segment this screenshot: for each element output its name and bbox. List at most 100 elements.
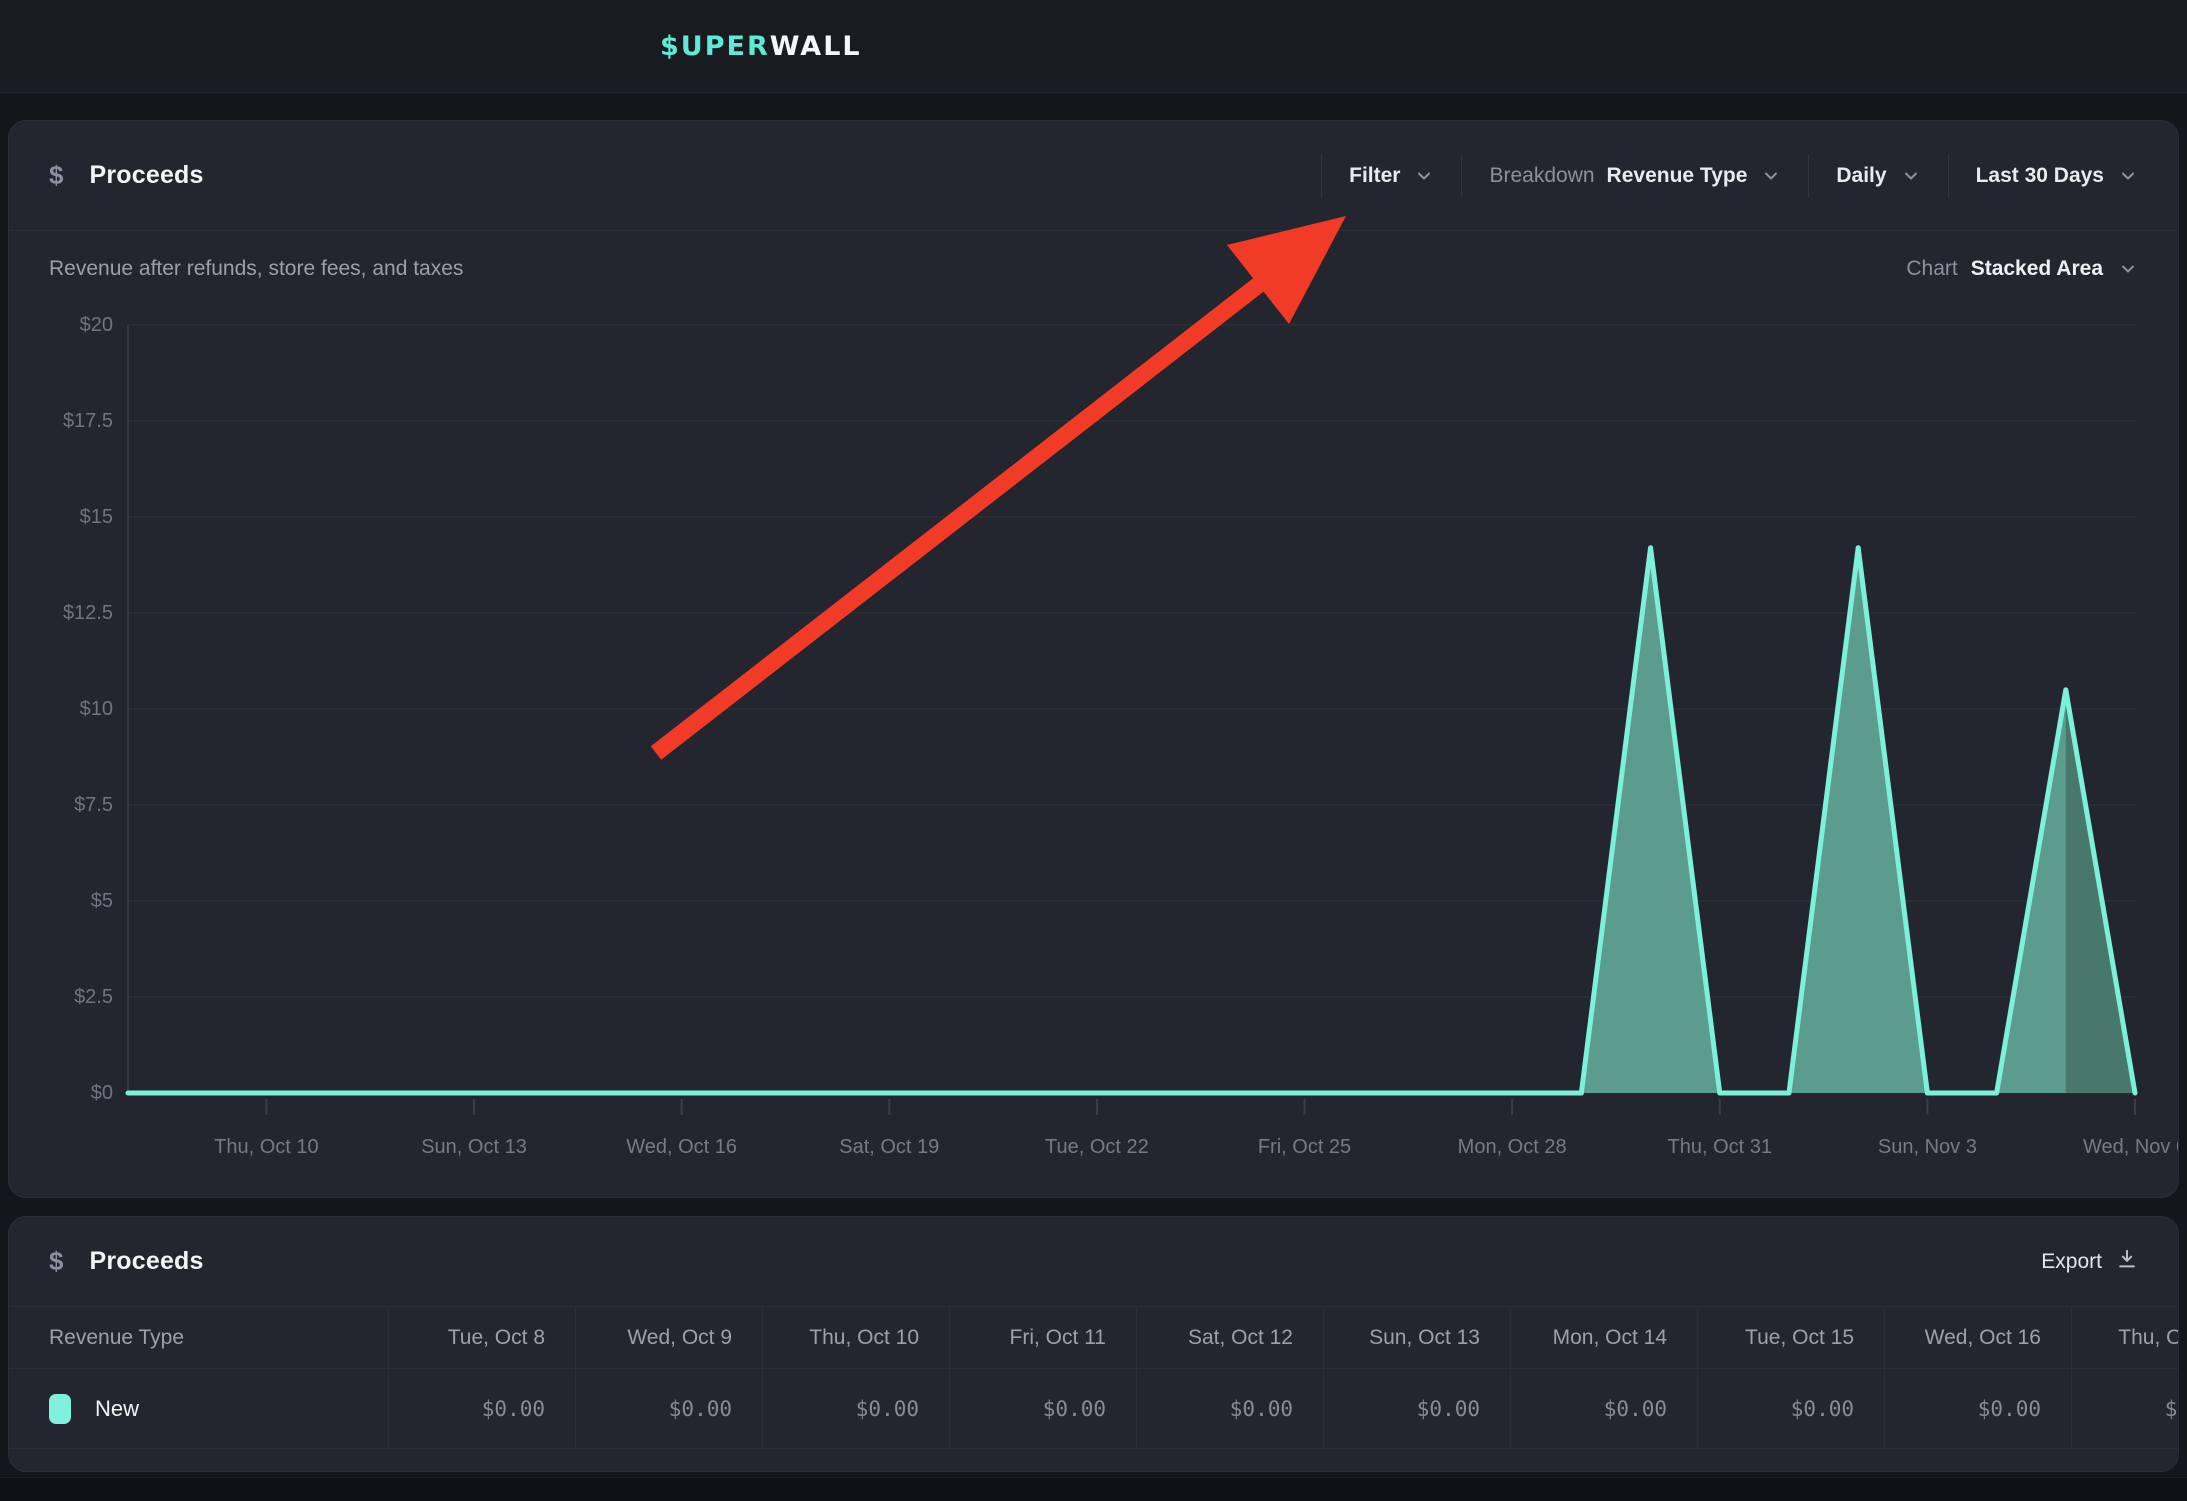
divider [1948,154,1949,198]
table-cell: $0.00 [762,1369,949,1448]
column-header-label: Sat, Oct 12 [1188,1326,1293,1350]
breakdown-dropdown[interactable]: Breakdown Revenue Type [1489,164,1781,188]
breakdown-value: Revenue Type [1607,164,1748,188]
table-cell: $0.00 [1884,1369,2071,1448]
y-axis-tick-label: $20 [17,313,113,337]
column-header-label: Wed, Oct 9 [627,1326,732,1350]
column-header: Tue, Oct 8 [388,1307,575,1368]
table-cell: $0.00 [1136,1369,1323,1448]
interval-value: Daily [1836,164,1886,188]
x-axis-tick-label: Sat, Oct 19 [774,1135,1004,1159]
chevron-down-icon [1901,166,1921,186]
chevron-down-icon [2118,259,2138,279]
column-header: Tue, Oct 15 [1697,1307,1884,1368]
column-header-label: Fri, Oct 11 [1010,1326,1106,1350]
cell-value: $0.00 [1604,1397,1667,1421]
x-axis-tick-label: Mon, Oct 28 [1397,1135,1627,1159]
column-header-label: Wed, Oct 16 [1925,1326,2041,1350]
range-value: Last 30 Days [1976,164,2104,188]
y-axis-tick-label: $10 [17,697,113,721]
table-cell: $0.00 [575,1369,762,1448]
column-header: Wed, Oct 9 [575,1307,762,1368]
cell-value: $0.00 [1043,1397,1106,1421]
column-header: Thu, Oct 17 [2071,1307,2179,1368]
column-header-label: Thu, Oct 10 [809,1326,919,1350]
column-header: Wed, Oct 16 [1884,1307,2071,1368]
x-axis-tick-label: Wed, Oct 16 [567,1135,797,1159]
x-axis-tick-label: Tue, Oct 22 [982,1135,1212,1159]
chart-subtitle: Revenue after refunds, store fees, and t… [49,257,463,281]
y-axis-tick-label: $2.5 [17,985,113,1009]
table-cell: $0.00 [949,1369,1136,1448]
breakdown-label: Breakdown [1489,164,1594,188]
chart-card-header: $ Proceeds Filter Breakdown Revenue Type [9,121,2178,231]
y-axis-tick-label: $0 [17,1081,113,1105]
x-axis-tick-label: Fri, Oct 25 [1190,1135,1420,1159]
column-header: Thu, Oct 10 [762,1307,949,1368]
column-header: Sat, Oct 12 [1136,1307,1323,1368]
dollar-icon: $ [49,1246,63,1277]
column-header-label: Tue, Oct 15 [1745,1326,1854,1350]
divider [1808,154,1809,198]
filter-dropdown[interactable]: Filter [1349,164,1434,188]
x-axis-tick-label: Thu, Oct 31 [1605,1135,1835,1159]
chevron-down-icon [1761,166,1781,186]
cell-value: $0.00 [1230,1397,1293,1421]
y-axis-tick-label: $5 [17,889,113,913]
table-row: New $0.00 $0.00 $0.00 $0.00 $0.00 $0.00 $0.00 $0… [9,1369,2178,1449]
cell-value: $0.00 [1978,1397,2041,1421]
interval-dropdown[interactable]: Daily [1836,164,1920,188]
dashboard: $UPERWALL $ Proceeds Filter Breakdown Re… [0,0,2187,1500]
table-cell: $0.00 [388,1369,575,1448]
column-header: Mon, Oct 14 [1510,1307,1697,1368]
date-range-dropdown[interactable]: Last 30 Days [1976,164,2138,188]
table-cell: $0.00 [1510,1369,1697,1448]
table-card-header: $ Proceeds Export [9,1217,2178,1307]
chart-subheader: Revenue after refunds, store fees, and t… [9,231,2178,307]
divider [1321,154,1322,198]
table-header-row: Revenue Type Tue, Oct 8 Wed, Oct 9 Thu, Oct… [9,1307,2178,1369]
cell-value: $0.00 [856,1397,919,1421]
y-axis-tick-label: $15 [17,505,113,529]
x-axis-tick-label: Sun, Nov 3 [1812,1135,2042,1159]
cell-value: $0.00 [1417,1397,1480,1421]
x-axis-tick-label: Wed, Nov 6 [2020,1135,2179,1159]
next-section-edge [0,1477,2187,1501]
chevron-down-icon [2118,166,2138,186]
table-cell: $0.00 [2071,1369,2179,1448]
chart-type-label: Chart [1906,257,1957,281]
export-label: Export [2041,1250,2102,1274]
cell-value: $0.00 [669,1397,732,1421]
cell-value: $0.00 [1791,1397,1854,1421]
chart-controls: Filter Breakdown Revenue Type Daily [1294,154,2138,198]
logo-prefix: $UPER [660,31,770,62]
chart-type-value: Stacked Area [1971,257,2103,281]
dollar-icon: $ [49,160,63,191]
table-cell: $0.00 [1697,1369,1884,1448]
column-header-label: Tue, Oct 8 [448,1326,545,1350]
column-header: Revenue Type [9,1307,388,1368]
cell-value: $0.00 [482,1397,545,1421]
logo-suffix: WALL [770,31,862,62]
column-header-label: Mon, Oct 14 [1553,1326,1667,1350]
download-icon [2116,1248,2138,1275]
filter-label: Filter [1349,164,1400,188]
column-header: Fri, Oct 11 [949,1307,1136,1368]
cell-value: $0.00 [2165,1397,2179,1421]
y-axis-tick-label: $12.5 [17,601,113,625]
series-swatch-icon [49,1394,71,1424]
column-header: Sun, Oct 13 [1323,1307,1510,1368]
x-axis-tick-label: Thu, Oct 10 [151,1135,381,1159]
row-label-cell: New [9,1369,388,1448]
chart-type-dropdown[interactable]: Chart Stacked Area [1906,257,2138,281]
column-header-label: Sun, Oct 13 [1369,1326,1480,1350]
x-axis-tick-label: Sun, Oct 13 [359,1135,589,1159]
proceeds-chart-card: $ Proceeds Filter Breakdown Revenue Type [8,120,2179,1198]
export-button[interactable]: Export [2041,1248,2138,1275]
chart-card-title: Proceeds [89,161,203,190]
column-header-label: Revenue Type [49,1326,184,1350]
superwall-logo: $UPERWALL [660,0,862,92]
y-axis-tick-label: $7.5 [17,793,113,817]
proceeds-table-card: $ Proceeds Export Revenue Type Tue, Oct 8… [8,1216,2179,1472]
table-cell: $0.00 [1323,1369,1510,1448]
